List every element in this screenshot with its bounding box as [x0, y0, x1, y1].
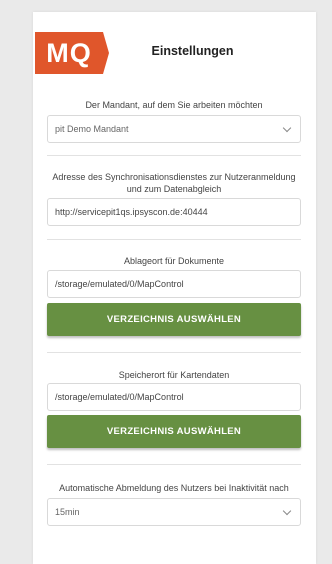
sync-label: Adresse des Synchronisationsdienstes zur… [52, 172, 296, 194]
autologout-selected-value: 15min [55, 507, 80, 517]
mandant-label: Der Mandant, auf dem Sie arbeiten möchte… [85, 100, 263, 110]
mapdata-path-input[interactable]: /storage/emulated/0/MapControl [47, 383, 301, 411]
page-title: Einstellungen [151, 44, 234, 58]
sync-address-value: http://servicepit1qs.ipsyscon.de:40444 [55, 207, 208, 217]
autologout-select[interactable]: 15min [47, 498, 301, 526]
mandant-select[interactable]: pit Demo Mandant [47, 115, 301, 143]
chevron-down-icon [282, 506, 292, 516]
select-mapdata-directory-button[interactable]: VERZEICHNIS AUSWÄHLEN [47, 415, 301, 448]
autologout-label: Automatische Abmeldung des Nutzers bei I… [59, 483, 289, 493]
sync-address-input[interactable]: http://servicepit1qs.ipsyscon.de:40444 [47, 198, 301, 226]
divider [47, 155, 301, 156]
select-documents-directory-button[interactable]: VERZEICHNIS AUSWÄHLEN [47, 303, 301, 336]
documents-path-input[interactable]: /storage/emulated/0/MapControl [47, 270, 301, 298]
chevron-down-icon [282, 123, 292, 133]
mapdata-path-value: /storage/emulated/0/MapControl [55, 392, 184, 402]
documents-path-value: /storage/emulated/0/MapControl [55, 279, 184, 289]
divider [47, 464, 301, 465]
divider [47, 239, 301, 240]
divider [47, 352, 301, 353]
mapdata-label: Speicherort für Kartendaten [118, 370, 230, 380]
settings-panel: MQ Einstellungen Der Mandant, auf dem Si… [33, 12, 316, 564]
documents-label: Ablageort für Dokumente [123, 256, 225, 266]
mandant-selected-value: pit Demo Mandant [55, 124, 129, 134]
